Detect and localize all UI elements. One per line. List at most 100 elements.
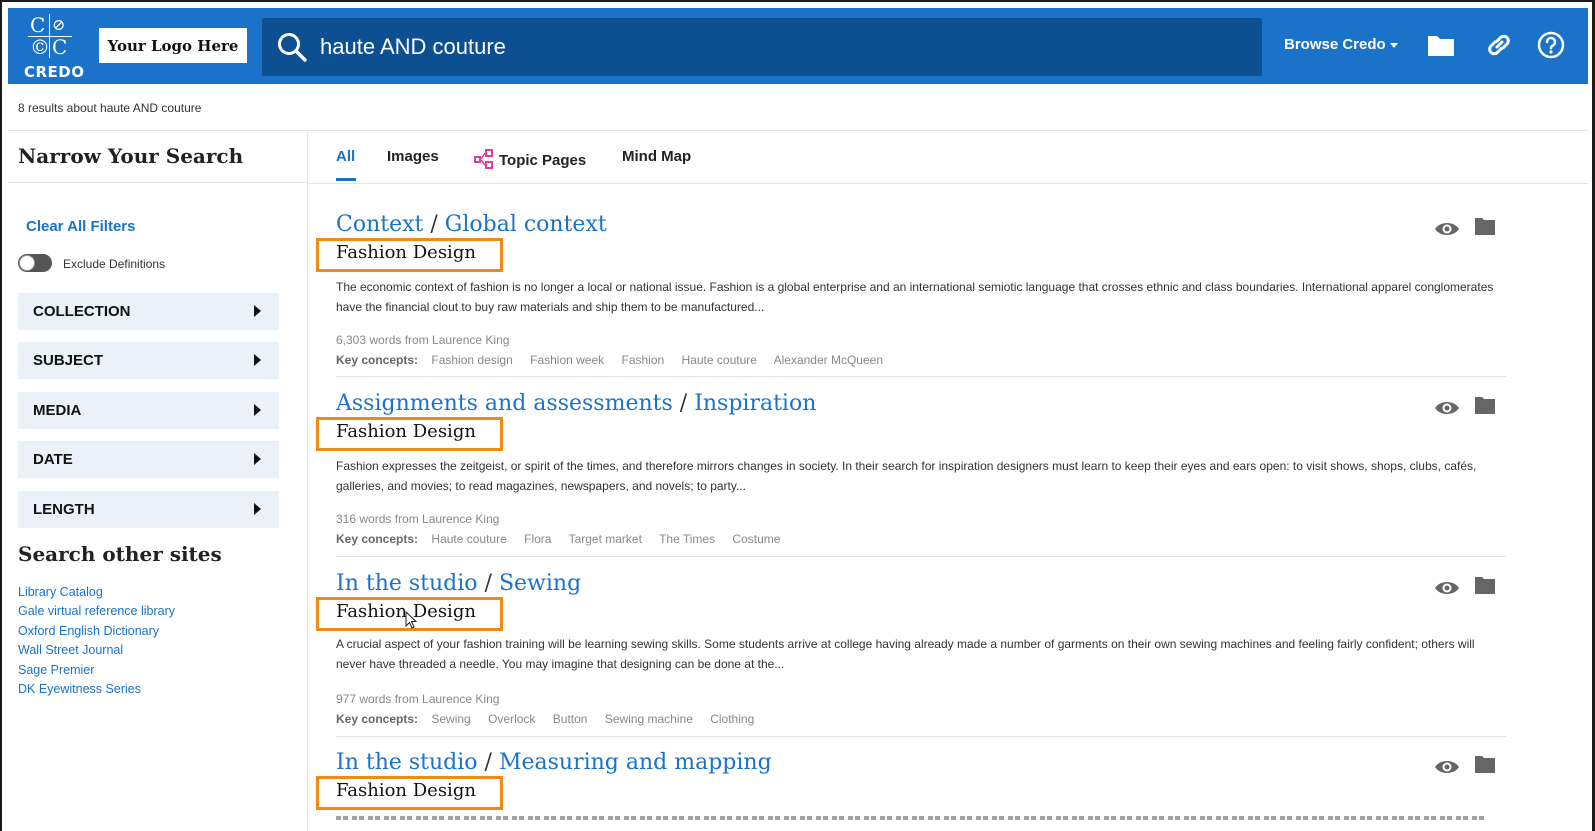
key-concepts-label: Key concepts: [336, 353, 419, 367]
tab-label: Topic Pages [499, 152, 587, 169]
other-site-link[interactable]: Sage Premier [18, 661, 175, 680]
other-site-link[interactable]: Wall Street Journal [18, 641, 175, 660]
key-concept-link[interactable]: Alexander McQueen [774, 353, 883, 367]
facet-label: SUBJECT [33, 352, 104, 369]
tab-images[interactable]: Images [387, 148, 439, 165]
other-site-link[interactable]: Library Catalog [18, 583, 175, 602]
source-title[interactable]: Fashion Design [336, 242, 476, 263]
search-icon[interactable] [276, 31, 308, 63]
result-title: In the studio / Sewing [336, 571, 582, 596]
text-cursor-icon [405, 611, 417, 629]
key-concepts: Key concepts: Fashion design Fashion wee… [336, 353, 897, 367]
key-concept-link[interactable]: Fashion week [530, 353, 604, 367]
search-bar[interactable]: haute AND couture [262, 18, 1262, 76]
exclude-definitions-toggle[interactable] [18, 254, 52, 272]
other-site-link[interactable]: Gale virtual reference library [18, 602, 175, 621]
institution-logo-placeholder[interactable]: Your Logo Here [99, 28, 247, 63]
eye-icon[interactable] [1434, 220, 1460, 238]
facet-label: DATE [33, 451, 73, 468]
source-title[interactable]: Fashion Design [336, 421, 476, 442]
key-concept-link[interactable]: Button [553, 712, 588, 726]
source-title[interactable]: Fashion Design [336, 780, 476, 801]
divider [8, 130, 1588, 131]
folder-icon[interactable] [1474, 395, 1496, 415]
credo-logo-mark: C ⊘ © C [28, 14, 72, 60]
key-concept-link[interactable]: Clothing [710, 712, 754, 726]
facet-collection[interactable]: COLLECTION [18, 293, 279, 330]
result-title-link[interactable]: In the studio [336, 750, 478, 775]
credo-logo-glyph: ⊘ [52, 15, 66, 34]
result-subtitle-link[interactable]: Inspiration [694, 391, 816, 416]
eye-icon[interactable] [1434, 579, 1460, 597]
eye-icon[interactable] [1434, 758, 1460, 776]
result-subtitle-link[interactable]: Global context [445, 212, 607, 237]
credo-wordmark: CREDO [24, 63, 85, 81]
tab-label: Images [387, 148, 439, 165]
topic-pages-icon [473, 148, 497, 170]
other-site-link[interactable]: Oxford English Dictionary [18, 622, 175, 641]
tab-topic-pages[interactable]: Topic Pages [473, 148, 586, 170]
key-concept-link[interactable]: Fashion design [431, 353, 512, 367]
key-concepts: Key concepts: Haute couture Flora Target… [336, 532, 794, 546]
facet-label: COLLECTION [33, 303, 131, 320]
folder-icon[interactable] [1426, 30, 1456, 60]
clear-all-filters-link[interactable]: Clear All Filters [26, 218, 135, 235]
tab-all[interactable]: All [336, 148, 356, 181]
result-title-link[interactable]: Context [336, 212, 423, 237]
key-concept-link[interactable]: Flora [524, 532, 551, 546]
result-count: 8 results about haute AND couture [18, 101, 202, 115]
credo-logo-glyph: C [52, 35, 68, 59]
folder-icon[interactable] [1474, 575, 1496, 595]
result-title: Assignments and assessments / Inspiratio… [336, 391, 817, 416]
filter-sidebar: Narrow Your Search Clear All Filters Exc… [8, 132, 308, 831]
search-other-sites-title: Search other sites [18, 542, 222, 566]
facet-subject[interactable]: SUBJECT [18, 342, 279, 379]
folder-icon[interactable] [1474, 754, 1496, 774]
key-concept-link[interactable]: Overlock [488, 712, 535, 726]
link-icon[interactable] [1484, 30, 1514, 60]
app-frame: C ⊘ © C CREDO Your Logo Here haute AND c… [0, 0, 1595, 831]
browse-credo-label: Browse Credo [1284, 36, 1386, 53]
facet-date[interactable]: DATE [18, 441, 279, 478]
key-concept-link[interactable]: Costume [732, 532, 780, 546]
tab-label: All [336, 148, 356, 165]
search-input[interactable]: haute AND couture [320, 34, 506, 60]
caret-right-icon [254, 404, 261, 416]
result-snippet: Fashion expresses the zeitgeist, or spir… [336, 459, 1477, 493]
tab-mind-map[interactable]: Mind Map [622, 148, 691, 165]
folder-icon[interactable] [1474, 216, 1496, 236]
key-concept-link[interactable]: Sewing [431, 712, 470, 726]
result-subtitle-link[interactable]: Sewing [499, 571, 581, 596]
result-meta: 6,303 words from Laurence King [336, 333, 510, 347]
result-snippet: The economic context of fashion is no lo… [336, 280, 1494, 314]
key-concept-link[interactable]: Fashion [622, 353, 665, 367]
key-concepts-label: Key concepts: [336, 532, 419, 546]
result-title-link[interactable]: Assignments and assessments [336, 391, 673, 416]
divider [8, 182, 308, 183]
top-header: C ⊘ © C CREDO Your Logo Here haute AND c… [8, 8, 1588, 84]
other-site-link[interactable]: DK Eyewitness Series [18, 680, 175, 699]
facet-media[interactable]: MEDIA [18, 392, 279, 429]
facet-label: LENGTH [33, 501, 95, 518]
credo-logo[interactable]: C ⊘ © C CREDO [20, 14, 86, 81]
help-icon[interactable] [1536, 30, 1566, 60]
facet-length[interactable]: LENGTH [18, 491, 279, 528]
key-concept-link[interactable]: Haute couture [682, 353, 757, 367]
other-sites-list: Library Catalog Gale virtual reference l… [18, 583, 175, 699]
browse-credo-menu[interactable]: Browse Credo [1284, 36, 1398, 53]
facet-label: MEDIA [33, 402, 82, 419]
key-concepts-label: Key concepts: [336, 712, 419, 726]
divider [336, 736, 1506, 737]
result-title-link[interactable]: In the studio [336, 571, 478, 596]
key-concept-link[interactable]: Sewing machine [605, 712, 693, 726]
credo-logo-glyph: © [30, 35, 50, 59]
result-snippet-clipped [336, 816, 1496, 820]
eye-icon[interactable] [1434, 399, 1460, 417]
key-concept-link[interactable]: The Times [659, 532, 715, 546]
key-concept-link[interactable]: Target market [569, 532, 642, 546]
result-meta: 977 words from Laurence King [336, 692, 500, 706]
result-title: In the studio / Measuring and mapping [336, 750, 772, 775]
key-concept-link[interactable]: Haute couture [431, 532, 506, 546]
credo-logo-glyph: C [30, 13, 46, 37]
result-subtitle-link[interactable]: Measuring and mapping [499, 750, 772, 775]
